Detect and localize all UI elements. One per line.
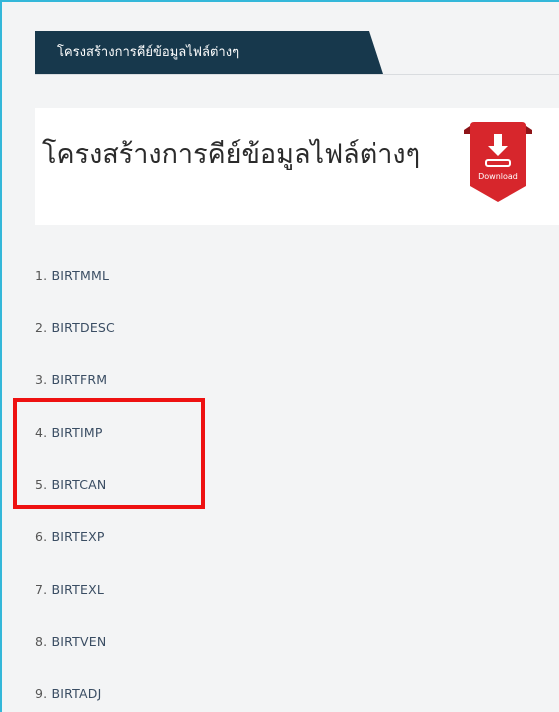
link-birtdesc[interactable]: BIRTDESC: [52, 320, 115, 335]
banner: โครงสร้างการคีย์ข้อมูลไฟล์ต่างๆ Download: [35, 108, 559, 225]
content-panel: โครงสร้างการคีย์ข้อมูลไฟล์ต่างๆ โครงสร้า…: [0, 0, 559, 712]
link-birtmml[interactable]: BIRTMML: [52, 268, 110, 283]
list-item[interactable]: 7. BIRTEXL: [35, 582, 104, 597]
link-birtadj[interactable]: BIRTADJ: [52, 686, 102, 701]
list-item[interactable]: 2. BIRTDESC: [35, 320, 115, 335]
link-birtexp[interactable]: BIRTEXP: [52, 529, 105, 544]
list-item[interactable]: 8. BIRTVEN: [35, 634, 106, 649]
tab-divider: [35, 74, 559, 75]
link-birtexl[interactable]: BIRTEXL: [52, 582, 105, 597]
highlight-box: [13, 398, 205, 509]
download-label: Download: [478, 172, 518, 181]
download-icon: [464, 122, 532, 202]
banner-title: โครงสร้างการคีย์ข้อมูลไฟล์ต่างๆ: [42, 139, 421, 170]
list-item[interactable]: 9. BIRTADJ: [35, 686, 101, 701]
list-item[interactable]: 3. BIRTFRM: [35, 372, 107, 387]
link-birtfrm[interactable]: BIRTFRM: [52, 372, 108, 387]
list-item[interactable]: 6. BIRTEXP: [35, 529, 105, 544]
list-item[interactable]: 1. BIRTMML: [35, 268, 109, 283]
link-birtven[interactable]: BIRTVEN: [52, 634, 107, 649]
tab-file-structures[interactable]: โครงสร้างการคีย์ข้อมูลไฟล์ต่างๆ: [35, 31, 383, 74]
download-button[interactable]: Download: [456, 118, 540, 208]
